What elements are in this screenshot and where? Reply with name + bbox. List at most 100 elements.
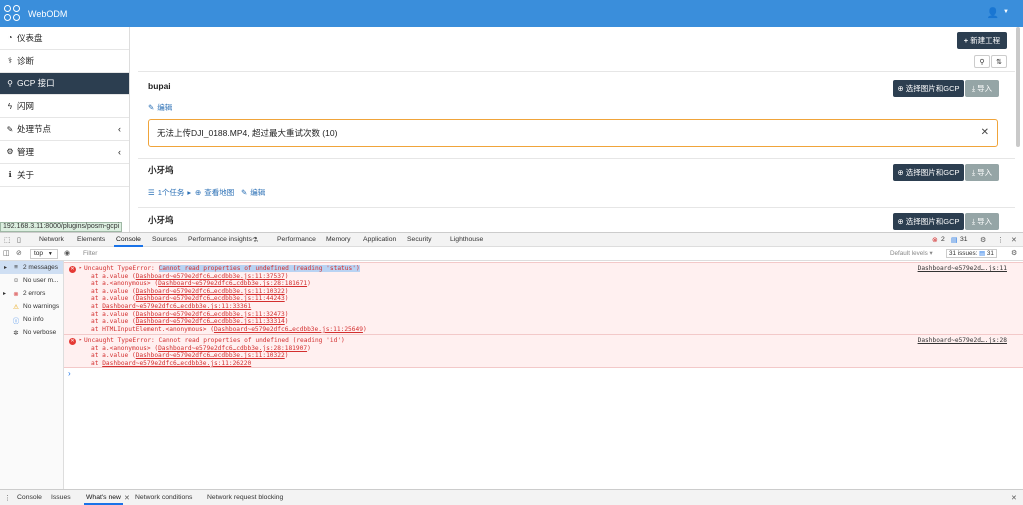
upload-icon: ⊕ <box>897 84 904 93</box>
import-button[interactable]: ⤓ 导入 <box>965 80 999 97</box>
sort-button[interactable]: ⇅ <box>991 55 1007 68</box>
tab-performance-insights[interactable]: Performance insights <box>188 236 252 243</box>
project-name[interactable]: bupai <box>148 81 171 91</box>
stack-frame-link[interactable]: Dashboard~e579e2dfc6…ecdbb3e.js:11:10322 <box>136 352 285 359</box>
search-button[interactable]: ⚲ <box>974 55 990 68</box>
source-link[interactable]: Dashboard~e579e2d….js:28 <box>918 337 1007 345</box>
top-navbar: WebODM 👤 ▼ <box>0 0 1023 27</box>
message-count-icon[interactable]: ▤ <box>951 236 958 244</box>
caret-right-icon[interactable]: ▸ <box>79 337 82 345</box>
tab-sources[interactable]: Sources <box>152 236 177 243</box>
webodm-logo-icon[interactable] <box>4 4 22 23</box>
filter-info[interactable]: ⓘ No info <box>0 313 63 326</box>
close-devtools-icon[interactable]: ✕ <box>1011 236 1017 244</box>
stack-frame-link[interactable]: Dashboard~e579e2dfc6…cdbb3e.js:28:181907 <box>158 345 307 352</box>
inspect-element-icon[interactable]: ⬚ <box>4 236 11 244</box>
clear-console-icon[interactable]: ⊘ <box>16 249 22 257</box>
bolt-icon: ϟ <box>7 101 13 111</box>
drawer-tab-network-request-blocking[interactable]: Network request blocking <box>207 494 283 501</box>
tab-console[interactable]: Console <box>114 236 143 247</box>
import-button[interactable]: ⤓ 导入 <box>965 164 999 181</box>
drawer-tab-network-conditions[interactable]: Network conditions <box>135 494 192 501</box>
sidebar-item-diagnostic[interactable]: ⚕ 诊断 <box>0 50 129 73</box>
import-label: 导入 <box>977 84 993 93</box>
new-project-button[interactable]: + 新建工程 <box>957 32 1007 49</box>
stack-frame-link[interactable]: Dashboard~e579e2dfc6…ecdbb3e.js:11:33314 <box>136 318 285 325</box>
sidebar-item-lightning[interactable]: ϟ 闪网 <box>0 95 129 119</box>
context-select[interactable]: top ▼ <box>30 249 58 259</box>
stack-frame: at HTMLInputElement.<anonymous> (Dashboa… <box>91 325 367 333</box>
caret-right-icon[interactable]: ▸ <box>79 265 82 273</box>
stack-frame-link[interactable]: Dashboard~e579e2dfc6…cdbb3e.js:28:181671 <box>158 280 307 287</box>
chevron-left-icon: ‹ <box>118 146 121 157</box>
tab-performance[interactable]: Performance <box>277 236 316 243</box>
caret-down-icon[interactable]: ▼ <box>1003 9 1009 15</box>
filter-input[interactable]: Filter <box>78 248 888 259</box>
stack-frame-link[interactable]: Dashboard~e579e2dfc6…ecdbb3e.js:11:25649 <box>214 326 363 333</box>
filter-errors[interactable]: ▸ ⊗ 2 errors <box>0 287 63 300</box>
new-project-label: 新建工程 <box>970 36 1001 45</box>
sidebar-item-gcp[interactable]: ⚲ GCP 接口 <box>0 72 129 96</box>
filter-all-messages[interactable]: ▸ ≡ 2 messages <box>0 261 63 274</box>
default-levels-select[interactable]: Default levels ▾ <box>890 250 933 257</box>
message-count[interactable]: 31 <box>960 236 968 243</box>
user-icon[interactable]: 👤 <box>987 8 999 19</box>
eye-icon[interactable]: ◉ <box>64 249 70 257</box>
sidebar-item-admin[interactable]: ⚙ 管理 ‹ <box>0 141 129 164</box>
select-images-gcp-button[interactable]: ⊕ 选择图片和GCP <box>893 80 964 97</box>
drawer-tab-console[interactable]: Console <box>17 494 42 501</box>
error-count-icon[interactable]: ⊗ <box>932 236 938 244</box>
edit-link[interactable]: ✎ 编辑 <box>241 187 265 198</box>
project-name[interactable]: 小牙坞 <box>148 164 174 176</box>
tasks-link[interactable]: ☰ 1个任务 ▸ <box>148 187 191 198</box>
close-icon[interactable]: ✕ <box>981 127 989 138</box>
console-error-entry[interactable]: ✕ ▸ Uncaught TypeError: Cannot read prop… <box>64 335 1023 368</box>
edit-link[interactable]: ✎ 编辑 <box>148 102 172 113</box>
stack-frame-link[interactable]: Dashboard~e579e2dfc6…ecdbb3e.js:11:37537 <box>136 273 285 280</box>
stack-frame: at a.value (Dashboard~e579e2dfc6…ecdbb3e… <box>91 295 289 303</box>
issues-button[interactable]: 31 issues: ▤ 31 <box>946 249 997 258</box>
tab-application[interactable]: Application <box>363 236 396 243</box>
filter-warnings[interactable]: ⚠ No warnings <box>0 300 63 313</box>
close-icon[interactable]: ✕ <box>124 494 130 502</box>
console-error-entry[interactable]: ✕ ▸ Uncaught TypeError: Cannot read prop… <box>64 262 1023 335</box>
filter-verbose[interactable]: ✲ No verbose <box>0 326 63 339</box>
gear-icon[interactable]: ⚙ <box>1011 249 1017 257</box>
error-count[interactable]: 2 <box>941 236 945 243</box>
source-link[interactable]: Dashboard~e579e2d….js:11 <box>918 265 1007 273</box>
tab-security[interactable]: Security <box>407 236 432 243</box>
project-name[interactable]: 小牙坞 <box>148 214 174 226</box>
sidebar-item-processing-nodes[interactable]: ✎ 处理节点 ‹ <box>0 118 129 141</box>
select-images-gcp-button[interactable]: ⊕ 选择图片和GCP <box>893 213 964 230</box>
console-prompt-icon[interactable]: › <box>68 369 71 378</box>
tab-network[interactable]: Network <box>39 236 64 243</box>
stack-frame: at a.value (Dashboard~e579e2dfc6…ecdbb3e… <box>91 272 289 280</box>
import-button[interactable]: ⤓ 导入 <box>965 213 999 230</box>
stack-frame-link[interactable]: Dashboard~e579e2dfc6…ecdbb3e.js:11:44243 <box>136 295 285 302</box>
stack-frame-link[interactable]: Dashboard~e579e2dfc6…ecdbb3e.js:11:26220 <box>102 360 251 367</box>
sidebar: ◔ 仪表盘 ⚕ 诊断 ⚲ GCP 接口 ϟ 闪网 ✎ 处理节点 ‹ ⚙ 管理 ‹… <box>0 27 130 232</box>
stack-frame-link[interactable]: Dashboard~e579e2dfc6…ecdbb3e.js:11:10322 <box>136 288 285 295</box>
stack-frame-link[interactable]: Dashboard~e579e2dfc6…ecdbb3e.js:11:32473 <box>136 311 285 318</box>
tab-memory[interactable]: Memory <box>326 236 351 243</box>
view-map-link[interactable]: ⊕ 查看地图 <box>195 187 234 198</box>
more-options-icon[interactable]: ⋮ <box>4 494 11 502</box>
drawer-tab-whats-new[interactable]: What's new <box>84 494 123 505</box>
devtools-tabbar: ⬚ ▯ Network Elements Console Sources Per… <box>0 232 1023 247</box>
more-options-icon[interactable]: ⋮ <box>997 236 1004 244</box>
sidebar-item-dashboard[interactable]: ◔ 仪表盘 <box>0 27 129 50</box>
select-images-gcp-button[interactable]: ⊕ 选择图片和GCP <box>893 164 964 181</box>
drawer-tab-issues[interactable]: Issues <box>51 494 71 501</box>
tab-elements[interactable]: Elements <box>77 236 105 243</box>
filter-user-messages[interactable]: ☺ No user m... <box>0 274 63 287</box>
sidebar-item-label: 关于 <box>17 169 35 180</box>
sidebar-item-about[interactable]: ℹ 关于 <box>0 164 129 187</box>
brand-name[interactable]: WebODM <box>28 9 67 19</box>
gear-icon[interactable]: ⚙ <box>980 236 986 244</box>
sidebar-toggle-icon[interactable]: ◫ <box>3 249 10 257</box>
stack-frame-link[interactable]: Dashboard~e579e2dfc6…ecdbb3e.js:11:33361 <box>102 303 251 310</box>
device-toolbar-icon[interactable]: ▯ <box>17 236 21 244</box>
page-scrollbar[interactable] <box>1016 27 1020 147</box>
tab-lighthouse[interactable]: Lighthouse <box>450 236 483 243</box>
close-drawer-icon[interactable]: ✕ <box>1011 494 1017 502</box>
